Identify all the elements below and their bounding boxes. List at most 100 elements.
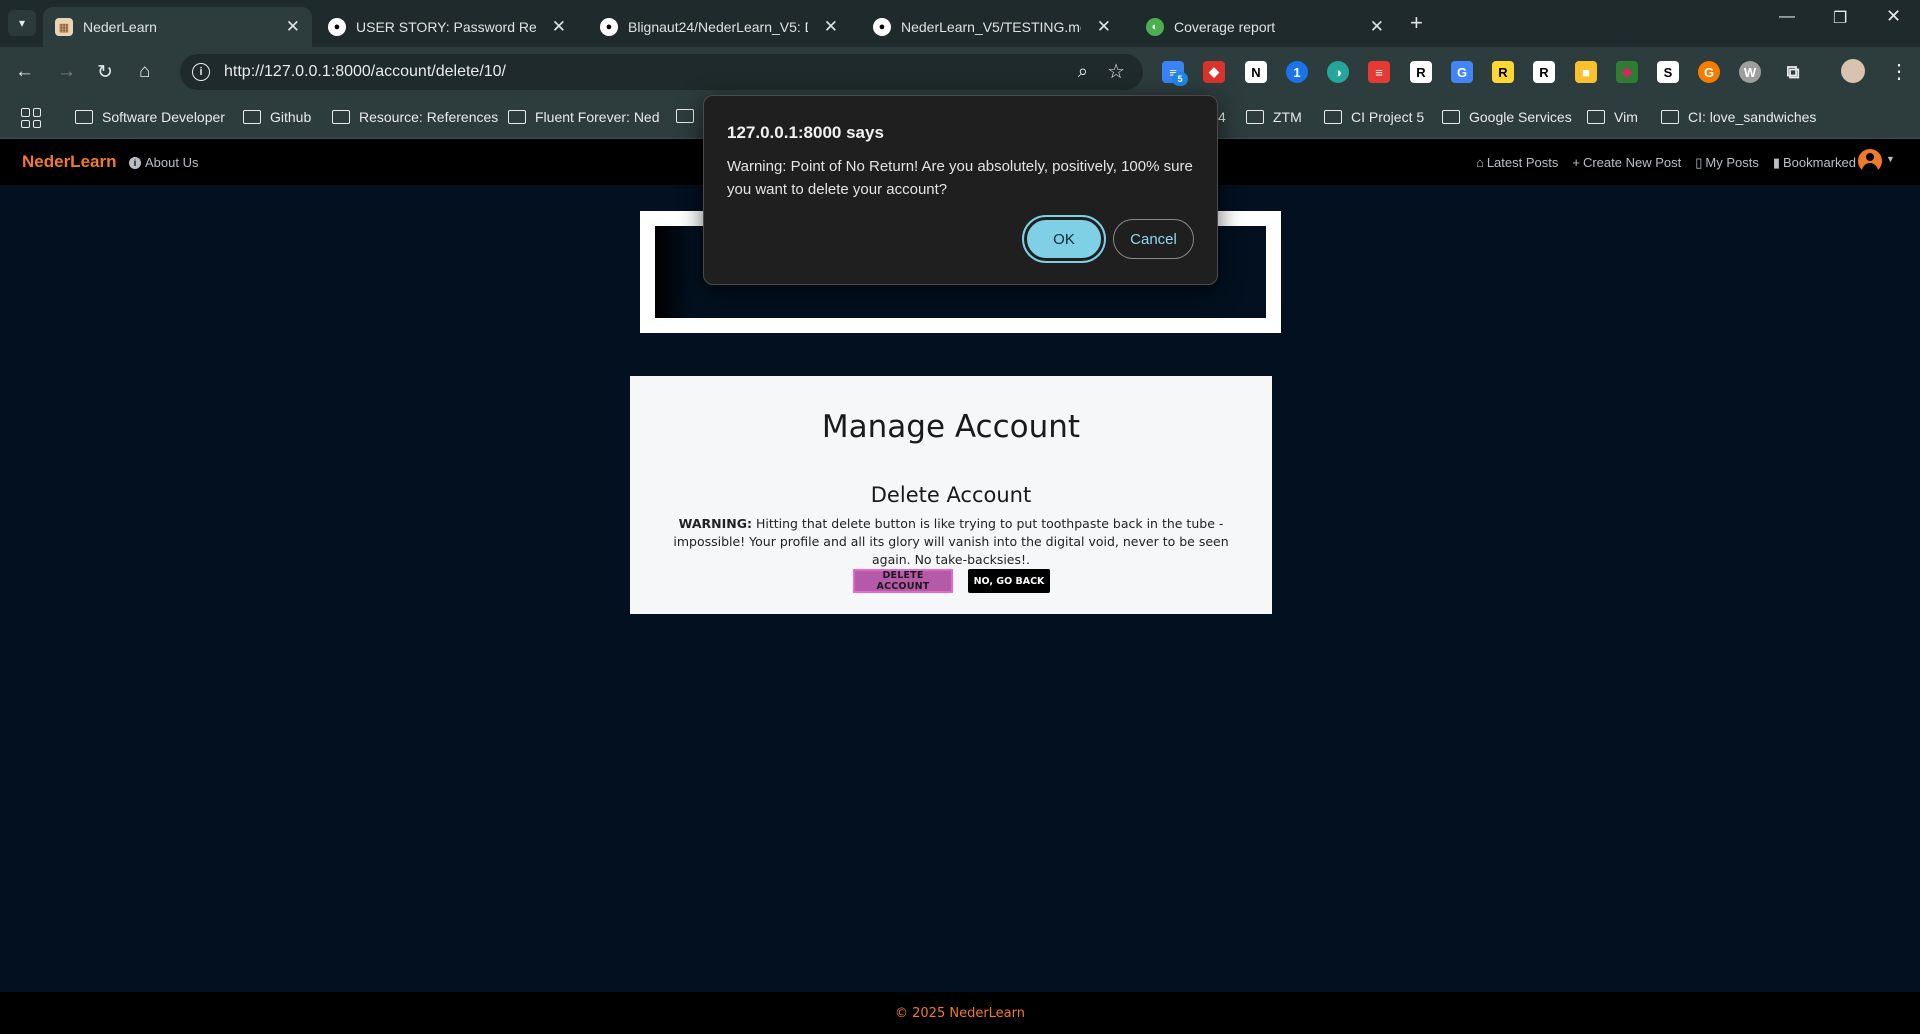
close-icon[interactable]: ✕ (824, 17, 838, 37)
extension-w-icon[interactable]: W (1739, 61, 1761, 83)
restore-icon[interactable]: ❐ (1833, 8, 1847, 28)
go-back-button[interactable]: NO, GO BACK (968, 569, 1050, 593)
tab-strip: ▾ ▦ NederLearn ✕ ● USER STORY: Password … (0, 0, 1920, 47)
site-footer: © 2025 NederLearn (0, 992, 1920, 1034)
file-icon: ▯ (1695, 155, 1703, 170)
extension-orange-icon[interactable]: G (1698, 61, 1720, 83)
minimize-icon[interactable]: — (1779, 8, 1795, 26)
manage-account-card: Manage Account Delete Account WARNING: H… (630, 376, 1272, 614)
bookmark-folder[interactable]: CI: love_sandwiches (1661, 109, 1816, 125)
user-avatar-icon[interactable] (1858, 149, 1882, 173)
bookmark-folder[interactable]: Google Services (1442, 109, 1572, 125)
bookmark-folder[interactable]: Vim (1587, 109, 1638, 125)
site-brand[interactable]: NederLearn (22, 152, 116, 172)
extension-teal-icon[interactable]: ◑ (1327, 61, 1349, 83)
forward-icon[interactable]: → (57, 61, 76, 83)
home-icon: ⌂ (1475, 155, 1484, 170)
create-post-link[interactable]: + Create New Post (1572, 155, 1681, 171)
latest-posts-link[interactable]: ⌂ Latest Posts (1476, 155, 1558, 171)
tab-coverage-report[interactable]: ◐ Coverage report ✕ (1134, 7, 1396, 47)
bookmark-folder[interactable]: CI Project 5 (1324, 109, 1424, 125)
url-text[interactable]: http://127.0.0.1:8000/account/delete/10/ (224, 63, 506, 81)
folder-icon (1442, 110, 1460, 124)
folder-icon (75, 110, 93, 124)
github-icon: ● (328, 18, 346, 36)
folder-icon (332, 110, 350, 124)
github-icon: ● (873, 18, 891, 36)
folder-icon (1661, 110, 1679, 124)
keep-icon[interactable]: ■ (1575, 61, 1597, 83)
cancel-button[interactable]: Cancel (1113, 219, 1194, 259)
tab-title: NederLearn (83, 19, 157, 35)
close-icon[interactable]: ✕ (552, 17, 566, 37)
my-posts-link[interactable]: ▯ My Posts (1695, 155, 1759, 171)
plus-icon: + (1572, 155, 1580, 170)
warning-text: WARNING: Hitting that delete button is l… (656, 515, 1246, 569)
section-title: Delete Account (870, 483, 1032, 507)
folder-icon (1324, 110, 1342, 124)
apps-grid-icon[interactable] (21, 108, 41, 128)
bookmark-folder[interactable]: Fluent Forever: Ned (508, 109, 660, 125)
bookmark-folder[interactable] (676, 109, 703, 123)
nav-links: ⌂ Latest Posts + Create New Post ▯ My Posts… (1476, 155, 1856, 171)
warning-label: WARNING: (678, 516, 752, 531)
confirm-dialog: 127.0.0.1:8000 says Warning: Point of No… (703, 95, 1218, 285)
info-circle-icon: i (129, 156, 141, 169)
tab-title: NederLearn_V5/TESTING.md at (901, 19, 1081, 35)
back-icon[interactable]: ← (15, 61, 34, 83)
ok-button[interactable]: OK (1022, 215, 1106, 263)
dialog-title: 127.0.0.1:8000 says (727, 123, 884, 142)
tab-nederlearn[interactable]: ▦ NederLearn ✕ (43, 7, 312, 47)
bookmark-folder[interactable]: Github (243, 109, 311, 125)
tab-title: USER STORY: Password Reset · I (356, 19, 536, 35)
close-icon[interactable]: ✕ (1097, 17, 1111, 37)
tab-title: Coverage report (1174, 19, 1276, 35)
coverage-icon: ◐ (1146, 18, 1164, 36)
bookmark-folder[interactable]: 4 (1218, 109, 1226, 125)
zoom-icon[interactable]: ⌕ (1078, 61, 1088, 82)
tab-search-button[interactable]: ▾ (8, 10, 36, 36)
notion-icon[interactable]: N (1245, 61, 1267, 83)
browser-toolbar: ← → ↻ ⌂ i http://127.0.0.1:8000/account/… (0, 47, 1920, 97)
more-menu-icon[interactable]: ⋮ (1889, 59, 1909, 84)
dialog-message: Warning: Point of No Return! Are you abs… (727, 158, 1193, 198)
tab-github-repo[interactable]: ● Blignaut24/NederLearn_V5: Dis ✕ (588, 7, 850, 47)
address-bar[interactable]: i http://127.0.0.1:8000/account/delete/1… (180, 54, 1143, 90)
folder-icon (676, 109, 694, 123)
profile-avatar[interactable] (1841, 59, 1865, 83)
delete-account-button[interactable]: DELETE ACCOUNT (853, 569, 953, 593)
reload-icon[interactable]: ↻ (97, 61, 113, 84)
extension-stack-icon[interactable]: ◈ (1616, 61, 1638, 83)
password-manager-icon[interactable]: 1 (1286, 61, 1308, 83)
bookmark-folder[interactable]: Software Developer (75, 109, 225, 125)
bookmark-folder[interactable]: ZTM (1246, 109, 1302, 125)
todoist-icon[interactable]: ≡ (1368, 61, 1390, 83)
bookmarked-link[interactable]: ▮ Bookmarked (1773, 155, 1856, 171)
extension-r-icon[interactable]: R (1410, 61, 1432, 83)
tab-testing-md[interactable]: ● NederLearn_V5/TESTING.md at ✕ (861, 7, 1123, 47)
nederlearn-favicon-icon: ▦ (55, 18, 73, 36)
about-us-link[interactable]: i About Us (129, 155, 198, 170)
extension-black-r-icon[interactable]: R (1533, 61, 1555, 83)
home-icon[interactable]: ⌂ (139, 61, 150, 83)
chevron-down-icon[interactable]: ▼ (1886, 154, 1895, 164)
folder-icon (1246, 110, 1264, 124)
github-icon: ● (600, 18, 618, 36)
tab-user-story[interactable]: ● USER STORY: Password Reset · I ✕ (316, 7, 578, 47)
window-close-icon[interactable]: ✕ (1886, 6, 1901, 27)
bookmark-folder[interactable]: Resource: References (332, 109, 498, 125)
folder-icon (243, 110, 261, 124)
close-icon[interactable]: ✕ (286, 17, 300, 37)
site-info-icon[interactable]: i (192, 63, 210, 81)
extensions-puzzle-icon[interactable]: ⧉ (1782, 61, 1804, 83)
new-tab-button[interactable]: + (1410, 10, 1423, 36)
extension-s-icon[interactable]: S (1657, 61, 1679, 83)
folder-icon (508, 110, 526, 124)
close-icon[interactable]: ✕ (1370, 17, 1384, 37)
folder-icon (1587, 110, 1605, 124)
extension-yellow-r-icon[interactable]: R (1492, 61, 1514, 83)
translate-icon[interactable]: G (1451, 61, 1473, 83)
extension-red-icon[interactable]: ◆ (1203, 61, 1225, 83)
bookmark-star-icon[interactable]: ☆ (1107, 59, 1125, 84)
page-title: Manage Account (821, 409, 1081, 445)
